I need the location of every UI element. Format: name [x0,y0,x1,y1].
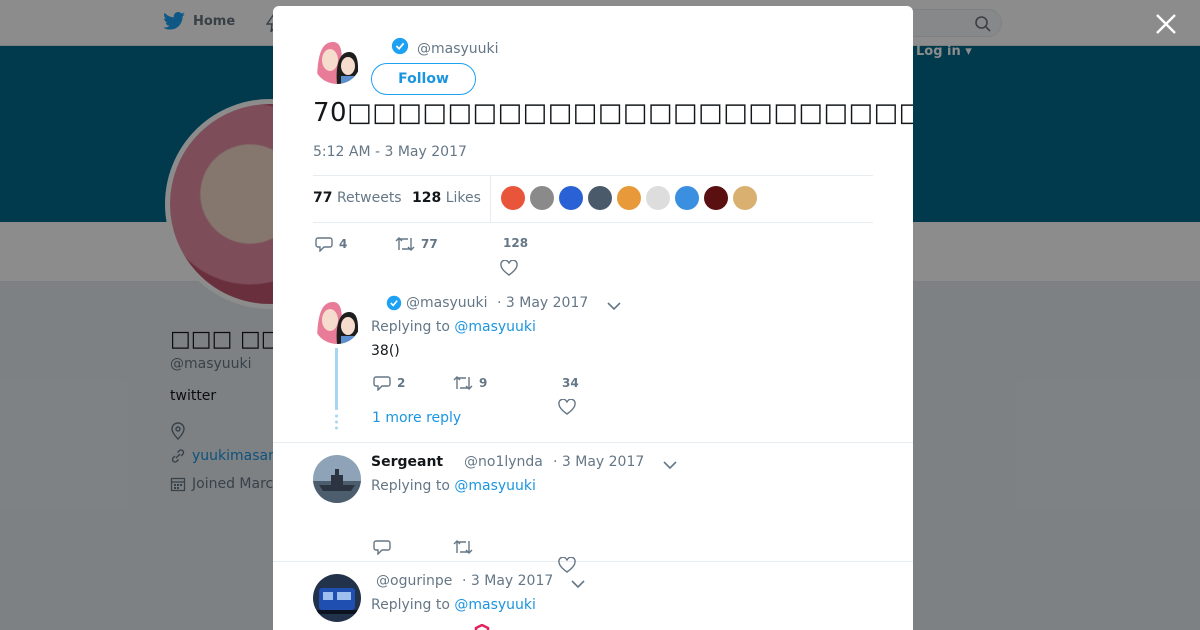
reply-author-handle[interactable]: @ogurinpe [376,573,452,589]
replying-to-link[interactable]: @masyuuki [454,597,536,613]
tweet-text: 70□□□□□□□□□□□□□□□□□□□□□□□□□(^▽^) [313,98,913,128]
avatar-image [313,574,361,622]
like-count: 128 [503,236,529,250]
replying-to: Replying to @masyuuki [371,597,536,613]
avatar-image [313,36,361,84]
reply-date[interactable]: · 3 May 2017 [553,454,644,470]
liker-avatar[interactable] [617,186,641,210]
verified-badge-icon [391,37,409,55]
verified-badge-icon [386,295,402,311]
liker-avatar[interactable] [733,186,757,210]
reply-author-handle[interactable]: @masyuuki [406,295,488,311]
stats-divider [490,176,491,222]
retweet-button[interactable]: 77 [395,236,438,252]
replying-prefix: Replying to [371,478,450,494]
reply-tweet-3[interactable]: @ogurinpe · 3 May 2017 Replying to @masy… [273,562,913,630]
retweet-count: 9 [479,376,488,390]
liker-avatar[interactable] [559,186,583,210]
reply-count: 4 [339,237,348,251]
reply-avatar[interactable] [313,574,361,622]
likes-count: 128 [412,190,442,206]
replying-to-link[interactable]: @masyuuki [454,478,536,494]
liker-avatar[interactable] [530,186,554,210]
tweet-modal: @masyuuki Follow 70□□□□□□□□□□□□□□□□□□□□□… [273,6,913,630]
replying-to: Replying to @masyuuki [371,478,536,494]
thread-dots [335,414,338,430]
avatar-image [313,296,361,344]
reply-tweet-2[interactable]: Sergeant @no1lynda · 3 May 2017 Replying… [273,443,913,573]
replying-to-link[interactable]: @masyuuki [454,319,536,335]
close-icon[interactable] [1153,11,1179,37]
retweets-stat[interactable]: 77 Retweets [313,190,402,206]
like-count: 34 [562,376,579,390]
chevron-down-icon[interactable] [607,302,621,311]
reply-tweet-1[interactable]: @masyuuki · 3 May 2017 Replying to @masy… [273,278,913,443]
author-avatar[interactable] [313,36,361,84]
reply-icon [373,376,391,391]
replying-prefix: Replying to [371,597,450,613]
likes-stat[interactable]: 128 Likes [412,190,481,206]
replying-prefix: Replying to [371,319,450,335]
reply-icon[interactable] [373,539,391,555]
reply-body: 38() [371,343,400,359]
reply-count: 2 [397,376,406,390]
avatar-image [313,455,361,503]
emoji-icon [474,624,490,630]
retweet-icon [395,237,415,251]
heart-icon[interactable] [500,260,518,276]
liker-avatar[interactable] [501,186,525,210]
chevron-down-icon[interactable] [663,461,677,470]
tweet-stats: 77 Retweets 128 Likes [313,175,873,223]
reply-date[interactable]: · 3 May 2017 [497,295,588,311]
replying-to: Replying to @masyuuki [371,319,536,335]
liker-avatar[interactable] [704,186,728,210]
liker-avatars [501,186,757,210]
follow-button[interactable]: Follow [371,63,476,95]
heart-icon[interactable] [558,399,576,415]
thread-line [335,348,338,410]
reply-icon [315,237,333,252]
author-handle[interactable]: @masyuuki [417,41,499,57]
retweets-count: 77 [313,190,333,206]
liker-avatar[interactable] [675,186,699,210]
reply-button[interactable]: 4 [315,236,347,252]
more-replies-link[interactable]: 1 more reply [372,410,461,426]
liker-avatar[interactable] [646,186,670,210]
likes-label: Likes [445,190,481,206]
retweet-button[interactable]: 9 [453,375,487,391]
reply-date[interactable]: · 3 May 2017 [462,573,553,589]
liker-avatar[interactable] [588,186,612,210]
retweets-label: Retweets [336,190,402,206]
tweet-timestamp[interactable]: 5:12 AM - 3 May 2017 [313,144,467,160]
reply-avatar[interactable] [313,455,361,503]
retweet-icon [453,376,473,390]
reply-author-name[interactable]: Sergeant [371,454,443,470]
retweet-icon[interactable] [453,539,473,555]
chevron-down-icon[interactable] [571,580,585,589]
reply-button[interactable]: 2 [373,375,405,391]
like-count-wrap: 128 [503,236,528,250]
tweet-actions: 4 77 128 [313,231,613,279]
reply-author-handle[interactable]: @no1lynda [464,454,543,470]
retweet-count: 77 [421,237,438,251]
reply-avatar[interactable] [313,296,361,344]
